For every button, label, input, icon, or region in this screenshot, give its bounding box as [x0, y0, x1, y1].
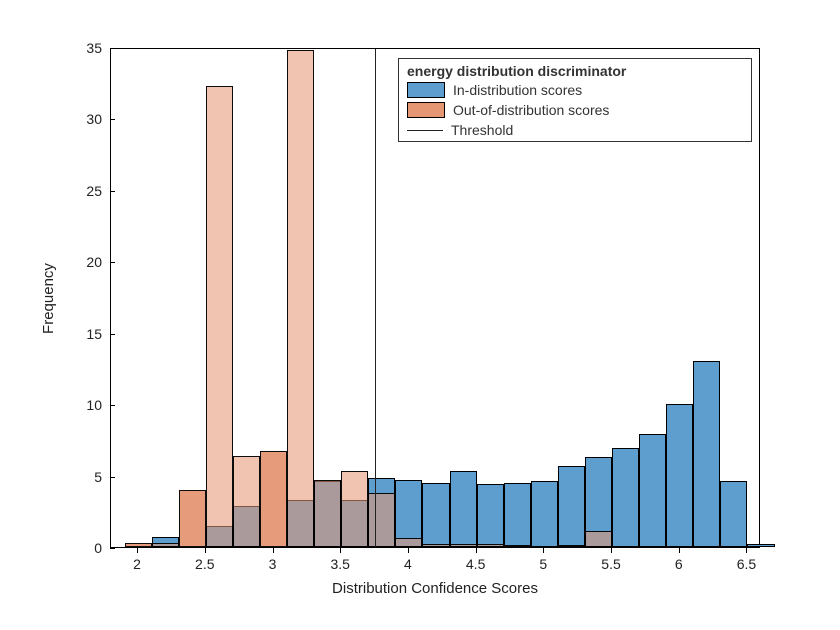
x-tick-mark: [611, 548, 612, 553]
legend-label: Out-of-distribution scores: [453, 102, 609, 118]
bar-out-dist: [450, 544, 477, 547]
legend-entry-threshold: Threshold: [399, 121, 751, 141]
bar-in-dist: [504, 483, 531, 547]
bar-out-dist: [287, 50, 314, 547]
x-tick-label: 2: [133, 556, 141, 572]
y-tick-label: 10: [62, 397, 102, 413]
bar-in-dist: [693, 361, 720, 547]
bar-in-dist: [531, 481, 558, 547]
x-axis-label: Distribution Confidence Scores: [110, 580, 760, 597]
y-tick-mark: [110, 548, 115, 549]
bar-out-dist: [206, 86, 233, 547]
x-tick-label: 3.5: [330, 556, 349, 572]
bar-in-dist: [450, 471, 477, 547]
y-tick-label: 20: [62, 254, 102, 270]
legend-line-icon: [407, 123, 443, 137]
legend-title: energy distribution discriminator: [399, 59, 751, 81]
y-tick-mark: [110, 405, 115, 406]
bar-in-dist: [422, 483, 449, 547]
bar-in-dist: [747, 544, 774, 547]
legend: energy distribution discriminator In-dis…: [398, 58, 752, 142]
legend-entry-in-dist: In-distribution scores: [399, 81, 751, 101]
x-tick-label: 5.5: [601, 556, 620, 572]
x-tick-label: 6: [675, 556, 683, 572]
y-axis-label-text: Frequency: [40, 263, 57, 334]
legend-label: Threshold: [451, 122, 513, 138]
bar-out-dist: [341, 471, 368, 547]
bar-out-dist: [152, 543, 179, 547]
x-tick-mark: [746, 548, 747, 553]
bar-out-dist: [368, 493, 395, 547]
x-tick-mark: [205, 548, 206, 553]
bar-out-dist: [504, 545, 531, 547]
x-tick-label: 3: [269, 556, 277, 572]
bar-in-dist: [477, 484, 504, 547]
bar-out-dist: [558, 545, 585, 547]
y-tick-label: 15: [62, 326, 102, 342]
legend-label: In-distribution scores: [453, 82, 582, 98]
x-tick-mark: [408, 548, 409, 553]
x-tick-mark: [679, 548, 680, 553]
x-tick-mark: [137, 548, 138, 553]
bar-out-dist: [314, 480, 341, 547]
bar-out-dist: [260, 451, 287, 547]
bar-in-dist: [395, 480, 422, 547]
legend-swatch-orange: [407, 102, 445, 118]
bar-in-dist: [639, 434, 666, 547]
y-tick-label: 30: [62, 111, 102, 127]
bar-in-dist: [558, 466, 585, 547]
y-tick-label: 35: [62, 40, 102, 56]
y-tick-label: 5: [62, 469, 102, 485]
x-tick-label: 4: [404, 556, 412, 572]
bar-out-dist: [585, 531, 612, 547]
bar-out-dist: [179, 490, 206, 547]
y-tick-mark: [110, 262, 115, 263]
x-tick-label: 4.5: [466, 556, 485, 572]
y-tick-label: 0: [62, 540, 102, 556]
y-tick-mark: [110, 191, 115, 192]
bar-in-dist: [612, 448, 639, 547]
figure: energy distribution discriminator In-dis…: [0, 0, 840, 630]
x-tick-label: 5: [539, 556, 547, 572]
y-tick-mark: [110, 48, 115, 49]
x-tick-mark: [273, 548, 274, 553]
y-axis-label: Frequency: [38, 48, 58, 548]
x-tick-label: 2.5: [195, 556, 214, 572]
bar-in-dist: [666, 404, 693, 547]
bar-out-dist: [125, 543, 152, 547]
legend-swatch-blue: [407, 82, 445, 98]
bar-out-dist: [477, 544, 504, 547]
y-tick-label: 25: [62, 183, 102, 199]
threshold-line: [375, 49, 376, 547]
x-tick-label: 6.5: [737, 556, 756, 572]
legend-entry-out-dist: Out-of-distribution scores: [399, 101, 751, 121]
y-tick-mark: [110, 119, 115, 120]
x-tick-mark: [476, 548, 477, 553]
bar-in-dist: [720, 481, 747, 547]
bar-out-dist: [233, 456, 260, 547]
x-tick-mark: [543, 548, 544, 553]
y-tick-mark: [110, 477, 115, 478]
bar-out-dist: [422, 544, 449, 547]
y-tick-mark: [110, 334, 115, 335]
bar-out-dist: [395, 538, 422, 547]
x-tick-mark: [340, 548, 341, 553]
